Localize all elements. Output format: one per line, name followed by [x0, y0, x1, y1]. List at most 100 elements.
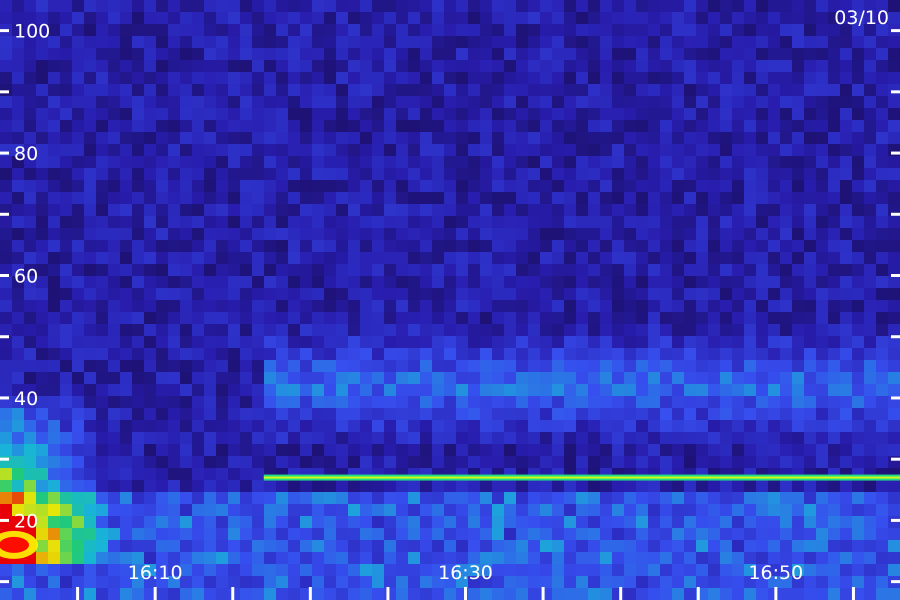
- heatmap-cell: [372, 204, 384, 216]
- heatmap-cell: [96, 288, 108, 300]
- heatmap-cell: [816, 24, 828, 36]
- heatmap-cell: [768, 420, 780, 432]
- heatmap-cell: [804, 456, 816, 468]
- heatmap-cell: [444, 480, 456, 492]
- heatmap-cell: [852, 540, 864, 552]
- heatmap-cell: [528, 48, 540, 60]
- heatmap-cell: [852, 228, 864, 240]
- heatmap-cell: [492, 480, 504, 492]
- heatmap-cell: [804, 348, 816, 360]
- heatmap-cell: [492, 408, 504, 420]
- heatmap-cell: [276, 60, 288, 72]
- heatmap-cell: [408, 360, 420, 372]
- heatmap-cell: [648, 96, 660, 108]
- heatmap-cell: [396, 324, 408, 336]
- heatmap-cell: [96, 84, 108, 96]
- heatmap-cell: [540, 492, 552, 504]
- heatmap-cell: [336, 12, 348, 24]
- heatmap-cell: [636, 420, 648, 432]
- heatmap-cell: [552, 564, 564, 576]
- heatmap-cell: [804, 504, 816, 516]
- heatmap-cell: [336, 240, 348, 252]
- heatmap-cell: [24, 480, 36, 492]
- heatmap-cell: [720, 216, 732, 228]
- heatmap-cell: [780, 276, 792, 288]
- heatmap-cell: [756, 228, 768, 240]
- heatmap-cell: [408, 48, 420, 60]
- heatmap-cell: [228, 72, 240, 84]
- heatmap-cell: [324, 180, 336, 192]
- heatmap-cell: [540, 132, 552, 144]
- heatmap-cell: [876, 156, 888, 168]
- heatmap-cell: [864, 264, 876, 276]
- heatmap-cell: [768, 492, 780, 504]
- heatmap-cell: [192, 228, 204, 240]
- heatmap-cell: [108, 168, 120, 180]
- heatmap-cell: [528, 156, 540, 168]
- heatmap-cell: [12, 252, 24, 264]
- heatmap-cell: [252, 588, 264, 600]
- heatmap-cell: [564, 0, 576, 12]
- heatmap-cell: [144, 492, 156, 504]
- heatmap-cell: [684, 396, 696, 408]
- heatmap-cell: [336, 288, 348, 300]
- heatmap-cell: [864, 48, 876, 60]
- heatmap-cell: [648, 540, 660, 552]
- heatmap-cell: [180, 24, 192, 36]
- heatmap-cell: [780, 492, 792, 504]
- heatmap-cell: [648, 24, 660, 36]
- heatmap-cell: [372, 180, 384, 192]
- heatmap-cell: [732, 84, 744, 96]
- heatmap-cell: [372, 0, 384, 12]
- heatmap-cell: [768, 504, 780, 516]
- heatmap-cell: [132, 144, 144, 156]
- heatmap-cell: [672, 288, 684, 300]
- heatmap-cell: [528, 420, 540, 432]
- heatmap-cell: [420, 348, 432, 360]
- heatmap-cell: [552, 12, 564, 24]
- heatmap-cell: [60, 24, 72, 36]
- heatmap-cell: [672, 588, 684, 600]
- heatmap-cell: [468, 528, 480, 540]
- heatmap-cell: [792, 120, 804, 132]
- heatmap-cell: [528, 240, 540, 252]
- heatmap-cell: [888, 156, 900, 168]
- heatmap-cell: [216, 276, 228, 288]
- heatmap-cell: [624, 300, 636, 312]
- heatmap-cell: [708, 456, 720, 468]
- heatmap-cell: [432, 48, 444, 60]
- heatmap-cell: [708, 384, 720, 396]
- heatmap-cell: [144, 504, 156, 516]
- heatmap-cell: [252, 456, 264, 468]
- heatmap-cell: [840, 552, 852, 564]
- heatmap-cell: [648, 336, 660, 348]
- heatmap-cell: [288, 552, 300, 564]
- heatmap-cell: [720, 360, 732, 372]
- heatmap-cell: [744, 168, 756, 180]
- heatmap-cell: [504, 552, 516, 564]
- heatmap-cell: [408, 252, 420, 264]
- heatmap-cell: [468, 48, 480, 60]
- heatmap-cell: [108, 84, 120, 96]
- heatmap-cell: [252, 336, 264, 348]
- heatmap-cell: [312, 132, 324, 144]
- heatmap-cell: [636, 588, 648, 600]
- heatmap-cell: [336, 348, 348, 360]
- heatmap-cell: [252, 180, 264, 192]
- heatmap-cell: [876, 576, 888, 588]
- heatmap-cell: [588, 24, 600, 36]
- heatmap-cell: [732, 504, 744, 516]
- heatmap-cell: [792, 192, 804, 204]
- heatmap-cell: [144, 216, 156, 228]
- heatmap-cell: [96, 228, 108, 240]
- heatmap-cell: [828, 276, 840, 288]
- heatmap-cell: [336, 216, 348, 228]
- heatmap-cell: [516, 216, 528, 228]
- heatmap-cell: [564, 72, 576, 84]
- heatmap-cell: [168, 24, 180, 36]
- heatmap-cell: [600, 264, 612, 276]
- heatmap-cell: [348, 240, 360, 252]
- heatmap-cell: [48, 84, 60, 96]
- heatmap-cell: [252, 528, 264, 540]
- heatmap-cell: [108, 192, 120, 204]
